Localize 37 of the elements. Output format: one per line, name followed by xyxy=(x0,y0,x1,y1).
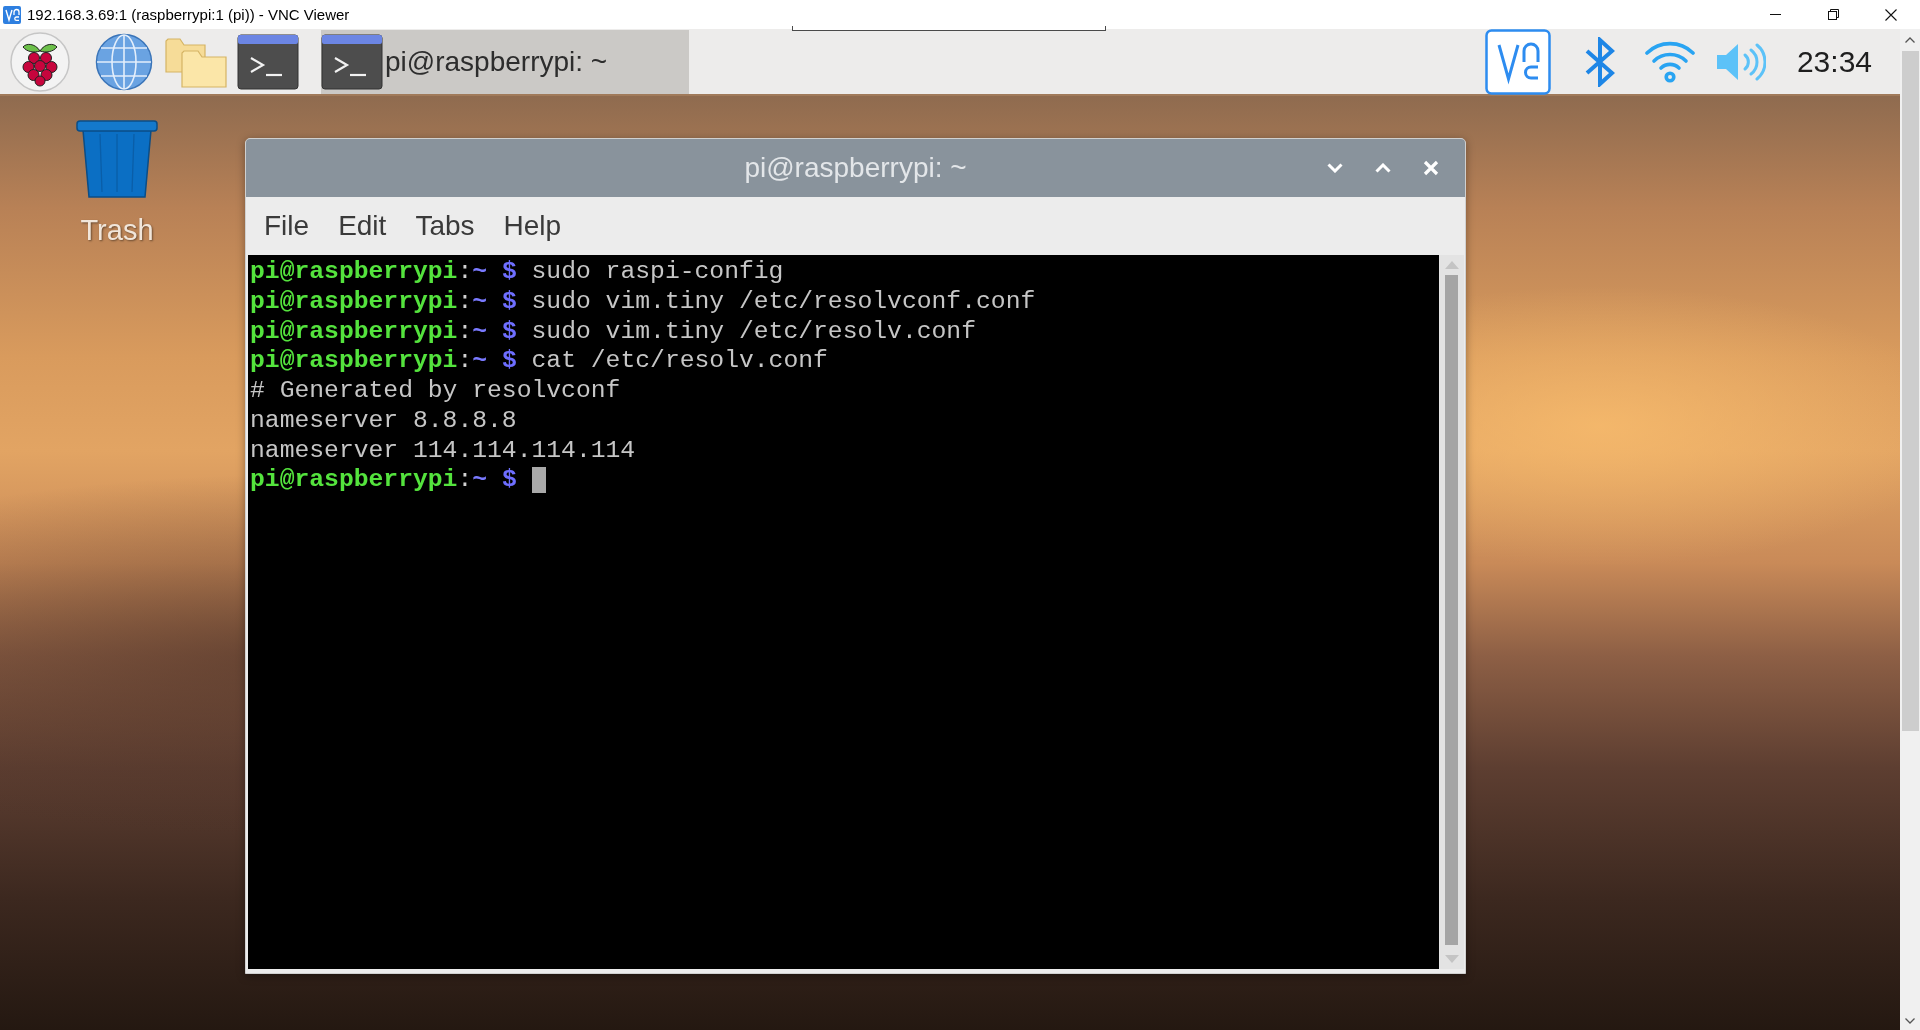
restore-icon xyxy=(1827,9,1839,20)
menu-item[interactable]: File xyxy=(250,206,324,246)
command-line: pi@raspberrypi:~ $ sudo vim.tiny /etc/resolv.conf xyxy=(250,316,976,347)
vertical-scrollbar[interactable] xyxy=(1900,29,1920,1030)
bluetooth-icon[interactable] xyxy=(1583,36,1616,87)
terminal-output-area[interactable] xyxy=(248,255,1439,969)
command-line: pi@raspberrypi:~ $ sudo vim.tiny /etc/resolvconf.conf xyxy=(250,286,1036,317)
output-line: nameserver 114.114.114.114 xyxy=(250,435,636,466)
command-line: pi@raspberrypi:~ $ sudo raspi-config xyxy=(250,257,784,287)
window-title: pi@raspberrypi: ~ xyxy=(744,152,967,184)
menu-item[interactable]: Tabs xyxy=(401,206,489,246)
minimize-icon xyxy=(1769,14,1781,15)
command-line: pi@raspberrypi:~ $ xyxy=(250,465,517,495)
menu-item[interactable]: Edit xyxy=(324,206,401,246)
close-icon xyxy=(1423,160,1439,176)
output-line: # Generated by resolvconf xyxy=(250,376,621,406)
vnc-logo-icon[interactable] xyxy=(1484,28,1551,95)
window-title: 192.168.3.69:1 (raspberrypi:1 (pi)) - VNC Viewer xyxy=(27,6,350,23)
wifi-icon[interactable] xyxy=(1644,40,1695,83)
scrollbar-thumb[interactable] xyxy=(1445,275,1458,945)
trash-can-icon[interactable] xyxy=(76,120,158,198)
chevron-down-icon xyxy=(1327,163,1343,173)
terminal-icon xyxy=(321,33,383,90)
vertical-scrollbar[interactable] xyxy=(1439,255,1464,969)
chevron-up-icon xyxy=(1375,163,1391,173)
output-line: nameserver 8.8.8.8 xyxy=(250,405,517,436)
toolbar-handle[interactable] xyxy=(792,26,1106,31)
close-icon xyxy=(1885,8,1897,21)
terminal-icon[interactable] xyxy=(237,33,299,90)
menu-item[interactable]: Help xyxy=(489,206,576,246)
clock[interactable]: 23:34 xyxy=(1796,44,1872,79)
scrollbar-thumb[interactable] xyxy=(1901,51,1919,731)
raspberry-icon[interactable] xyxy=(10,31,70,92)
globe-icon[interactable] xyxy=(95,32,153,91)
command-line: pi@raspberrypi:~ $ cat /etc/resolv.conf xyxy=(250,346,828,376)
vnc-logo-icon xyxy=(3,5,21,24)
taskbar-window-button[interactable]: pi@raspberrypi: ~ xyxy=(321,29,689,94)
